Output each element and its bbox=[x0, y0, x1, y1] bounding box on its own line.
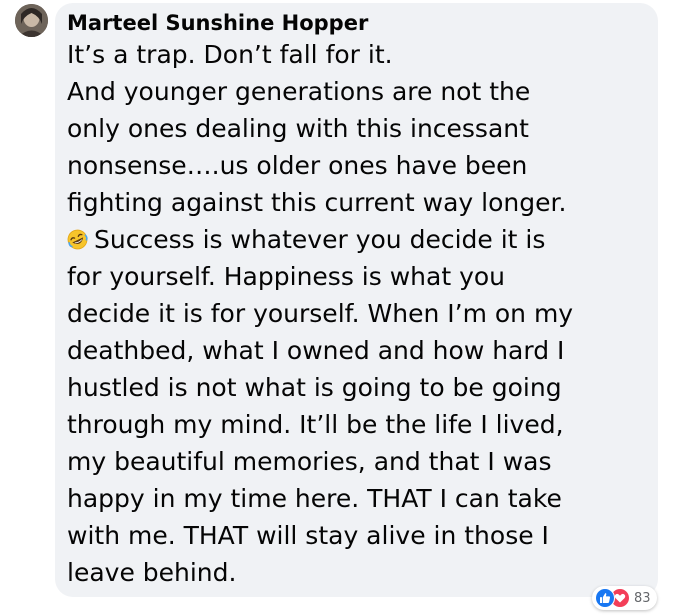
comment-bubble: Marteel Sunshine Hopper It’s a trap. Don… bbox=[55, 3, 658, 597]
comment-text: It’s a trap. Don’t fall for it. And youn… bbox=[67, 36, 648, 591]
reactions-summary[interactable]: 83 bbox=[592, 586, 657, 610]
comment-line: happy in my time here. THAT I can take bbox=[67, 484, 562, 513]
like-icon bbox=[595, 588, 615, 608]
comment-line: through my mind. It’ll be the life I liv… bbox=[67, 410, 564, 439]
comment-line: And younger generations are not the bbox=[67, 77, 531, 106]
comment-line: my beautiful memories, and that I was bbox=[67, 447, 552, 476]
comment-line-with-emoji: Success is whatever you decide it is bbox=[67, 221, 648, 258]
avatar[interactable] bbox=[15, 4, 48, 37]
comment-line: nonsense….us older ones have been bbox=[67, 151, 528, 180]
comment-line-text: Success is whatever you decide it is bbox=[94, 225, 546, 254]
comment-line: with me. THAT will stay alive in those I bbox=[67, 521, 549, 550]
reaction-count: 83 bbox=[634, 590, 651, 606]
profile-photo-icon bbox=[15, 4, 48, 37]
comment-line: hustled is not what is going to be going bbox=[67, 373, 562, 402]
comment-line: for yourself. Happiness is what you bbox=[67, 262, 506, 291]
comment-line: decide it is for yourself. When I’m on m… bbox=[67, 299, 574, 328]
comment-author-name[interactable]: Marteel Sunshine Hopper bbox=[67, 10, 648, 36]
rofl-emoji-icon bbox=[67, 223, 88, 250]
comment-line: only ones dealing with this incessant bbox=[67, 114, 529, 143]
comment-line: leave behind. bbox=[67, 558, 237, 587]
comment-line: It’s a trap. Don’t fall for it. bbox=[67, 40, 393, 69]
comment-line: fighting against this current way longer… bbox=[67, 188, 567, 217]
comment-line: deathbed, what I owned and how hard I bbox=[67, 336, 565, 365]
